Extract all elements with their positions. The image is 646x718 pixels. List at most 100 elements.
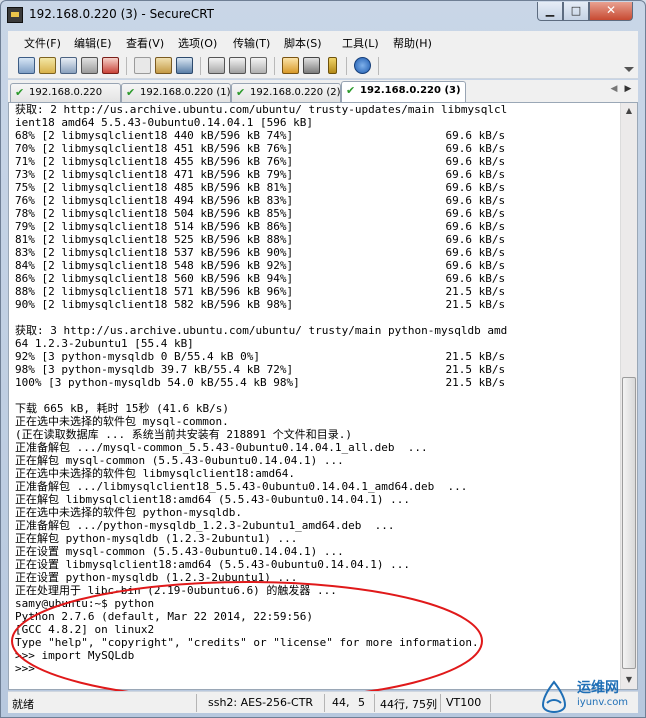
global-options-icon[interactable] bbox=[303, 57, 320, 74]
maximize-button[interactable]: □ bbox=[563, 2, 589, 21]
toolbar-separator bbox=[126, 57, 127, 75]
help-icon[interactable] bbox=[354, 57, 371, 74]
terminal-line: 正在解包 python-mysqldb (1.2.3-2ubuntu1) ... bbox=[15, 532, 298, 545]
status-divider bbox=[490, 694, 491, 712]
terminal-line: Type "help", "copyright", "credits" or "… bbox=[15, 636, 479, 649]
status-row: 44, bbox=[332, 696, 350, 709]
terminal-line: 正在设置 python-mysqldb (1.2.3-2ubuntu1) ... bbox=[15, 571, 298, 584]
print-setup-icon[interactable] bbox=[208, 57, 225, 74]
menu-file[interactable]: 文件(F) bbox=[24, 35, 61, 51]
terminal-line: 75% [2 libmysqlclient18 485 kB/596 kB 81… bbox=[15, 181, 506, 194]
terminal-line: 78% [2 libmysqlclient18 504 kB/596 kB 85… bbox=[15, 207, 506, 220]
connected-check-icon: ✔ bbox=[346, 84, 356, 97]
terminal-line: 83% [2 libmysqlclient18 537 kB/596 kB 90… bbox=[15, 246, 506, 259]
terminal-line: 81% [2 libmysqlclient18 525 kB/596 kB 88… bbox=[15, 233, 506, 246]
toolbar-separator bbox=[274, 57, 275, 75]
print-screen-icon[interactable] bbox=[250, 57, 267, 74]
status-cipher: ssh2: AES-256-CTR bbox=[208, 696, 314, 709]
tab-label: 192.168.0.220 (3) bbox=[360, 85, 461, 96]
connected-check-icon: ✔ bbox=[236, 86, 246, 99]
vertical-scrollbar[interactable]: ▲ ▼ bbox=[620, 103, 637, 689]
quick-connect-icon[interactable] bbox=[39, 57, 56, 74]
status-divider bbox=[440, 694, 441, 712]
terminal-line: 获取: 3 http://us.archive.ubuntu.com/ubunt… bbox=[15, 324, 508, 337]
securecrt-app-icon[interactable] bbox=[7, 7, 23, 23]
status-divider bbox=[374, 694, 375, 712]
terminal-line: 79% [2 libmysqlclient18 514 kB/596 kB 86… bbox=[15, 220, 506, 233]
terminal-line: 正在解包 mysql-common (5.5.43-0ubuntu0.14.04… bbox=[15, 454, 344, 467]
terminal-line: (正在读取数据库 ... 系统当前共安装有 218891 个文件和目录.) bbox=[15, 428, 352, 441]
menu-options[interactable]: 选项(O) bbox=[178, 35, 217, 51]
terminal-line: >>> bbox=[15, 662, 42, 675]
tab-label: 192.168.0.220 (1) bbox=[140, 87, 231, 98]
toolbar-overflow-chevron-icon[interactable] bbox=[624, 67, 634, 72]
status-terminal-type: VT100 bbox=[446, 696, 482, 709]
tab-scroll-right-icon[interactable]: ▶ bbox=[621, 84, 635, 100]
terminal-line: 88% [2 libmysqlclient18 571 kB/596 kB 96… bbox=[15, 285, 506, 298]
terminal-line: Python 2.7.6 (default, Mar 22 2014, 22:5… bbox=[15, 610, 314, 623]
reconnect-icon[interactable] bbox=[81, 57, 98, 74]
terminal-line: 正在选中未选择的软件包 python-mysqldb. bbox=[15, 506, 242, 519]
toolbar-separator bbox=[378, 57, 379, 75]
site-watermark: 运维网 iyunv.com bbox=[537, 673, 645, 717]
menu-script[interactable]: 脚本(S) bbox=[284, 35, 322, 51]
terminal-line: 正在选中未选择的软件包 mysql-common. bbox=[15, 415, 229, 428]
securecrt-window: 192.168.0.220 (3) - SecureCRT ▁ □ ✕ 文件(F… bbox=[0, 0, 646, 718]
tab-session-0[interactable]: ✔ 192.168.0.220 bbox=[10, 83, 121, 102]
terminal-line: 100% [3 python-mysqldb 54.0 kB/55.4 kB 9… bbox=[15, 376, 506, 389]
terminal-line: 正在解包 libmysqlclient18:amd64 (5.5.43-0ubu… bbox=[15, 493, 410, 506]
find-icon[interactable] bbox=[176, 57, 193, 74]
close-button[interactable]: ✕ bbox=[589, 2, 633, 21]
connected-check-icon: ✔ bbox=[15, 86, 25, 99]
title-bar[interactable]: 192.168.0.220 (3) - SecureCRT ▁ □ ✕ bbox=[1, 1, 645, 29]
tab-session-3-active[interactable]: ✔ 192.168.0.220 (3) bbox=[341, 81, 466, 102]
print-icon[interactable] bbox=[229, 57, 246, 74]
terminal-line: [GCC 4.8.2] on linux2 bbox=[15, 623, 155, 636]
disconnect-icon[interactable] bbox=[102, 57, 119, 74]
menu-tools[interactable]: 工具(L) bbox=[342, 35, 379, 51]
paste-icon[interactable] bbox=[155, 57, 172, 74]
terminal-line: 76% [2 libmysqlclient18 494 kB/596 kB 83… bbox=[15, 194, 506, 207]
keymap-icon[interactable] bbox=[328, 57, 337, 74]
terminal-line: 正在设置 mysql-common (5.5.43-0ubuntu0.14.04… bbox=[15, 545, 344, 558]
scrollbar-thumb[interactable] bbox=[622, 377, 636, 669]
terminal-line: 正准备解包 .../libmysqlclient18_5.5.43-0ubunt… bbox=[15, 480, 468, 493]
watermark-subtext: iyunv.com bbox=[577, 697, 629, 708]
tab-scroll-left-icon[interactable]: ◀ bbox=[607, 84, 621, 100]
tab-label: 192.168.0.220 bbox=[29, 87, 103, 98]
terminal-line: samy@ubuntu:~$ python bbox=[15, 597, 155, 610]
menu-edit[interactable]: 编辑(E) bbox=[74, 35, 112, 51]
connected-check-icon: ✔ bbox=[126, 86, 136, 99]
terminal-view[interactable]: 获取: 2 http://us.archive.ubuntu.com/ubunt… bbox=[8, 102, 638, 690]
terminal-line: 90% [2 libmysqlclient18 582 kB/596 kB 98… bbox=[15, 298, 506, 311]
terminal-line: 正准备解包 .../mysql-common_5.5.43-0ubuntu0.1… bbox=[15, 441, 428, 454]
session-tab-bar: ✔ 192.168.0.220 ✔ 192.168.0.220 (1) ✔ 19… bbox=[8, 80, 638, 102]
terminal-line: 73% [2 libmysqlclient18 471 kB/596 kB 79… bbox=[15, 168, 506, 181]
menu-view[interactable]: 查看(V) bbox=[126, 35, 164, 51]
watermark-logo-icon bbox=[541, 680, 567, 713]
toolbar-separator bbox=[200, 57, 201, 75]
terminal-line: 86% [2 libmysqlclient18 560 kB/596 kB 94… bbox=[15, 272, 506, 285]
tab-session-1[interactable]: ✔ 192.168.0.220 (1) bbox=[121, 83, 231, 102]
terminal-line: 84% [2 libmysqlclient18 548 kB/596 kB 92… bbox=[15, 259, 506, 272]
status-divider bbox=[324, 694, 325, 712]
session-options-icon[interactable] bbox=[282, 57, 299, 74]
scroll-up-arrow-icon[interactable]: ▲ bbox=[621, 103, 637, 119]
terminal-line: 70% [2 libmysqlclient18 451 kB/596 kB 76… bbox=[15, 142, 506, 155]
terminal-line: 98% [3 python-mysqldb 39.7 kB/55.4 kB 72… bbox=[15, 363, 506, 376]
menu-help[interactable]: 帮助(H) bbox=[393, 35, 432, 51]
terminal-line: 下载 665 kB, 耗时 15秒 (41.6 kB/s) bbox=[15, 402, 229, 415]
terminal-line: >>> import MySQLdb bbox=[15, 649, 135, 662]
connect-tab-icon[interactable] bbox=[60, 57, 77, 74]
terminal-line: 正在选中未选择的软件包 libmysqlclient18:amd64. bbox=[15, 467, 295, 480]
tab-session-2[interactable]: ✔ 192.168.0.220 (2) bbox=[231, 83, 341, 102]
minimize-button[interactable]: ▁ bbox=[537, 2, 563, 21]
menu-transfer[interactable]: 传输(T) bbox=[233, 35, 270, 51]
copy-icon[interactable] bbox=[134, 57, 151, 74]
watermark-text: 运维网 bbox=[577, 680, 619, 696]
terminal-output[interactable]: 获取: 2 http://us.archive.ubuntu.com/ubunt… bbox=[15, 103, 619, 687]
terminal-line: 68% [2 libmysqlclient18 440 kB/596 kB 74… bbox=[15, 129, 506, 142]
connect-icon[interactable] bbox=[18, 57, 35, 74]
